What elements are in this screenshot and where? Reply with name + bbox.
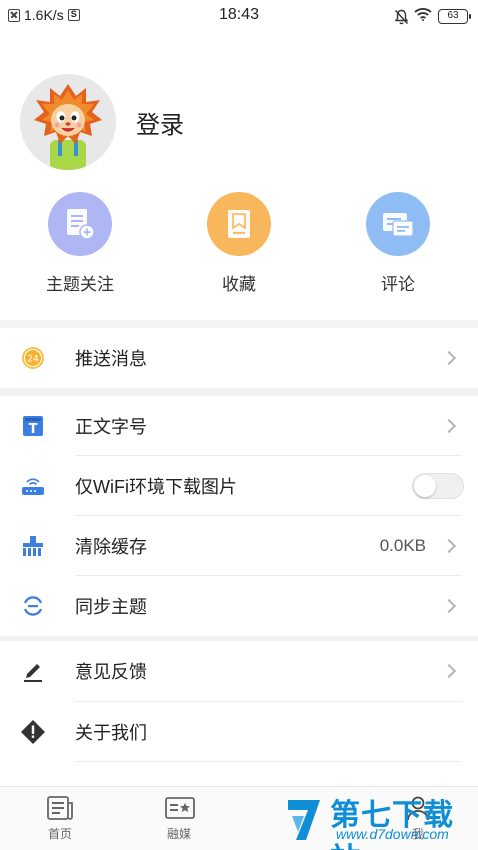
menu-clear-cache[interactable]: 清除缓存 0.0KB <box>0 516 478 576</box>
tab-home-label: 首页 <box>47 827 72 841</box>
login-link[interactable]: 登录 <box>136 105 184 140</box>
media-icon <box>165 795 195 821</box>
sync-icon <box>20 593 46 619</box>
d7-logo-icon <box>288 800 320 840</box>
menu-push-messages[interactable]: 24 推送消息 <box>0 328 478 388</box>
wifi-only-toggle[interactable] <box>412 473 464 499</box>
home-news-icon <box>46 795 74 821</box>
chevron-right-icon <box>441 538 457 554</box>
menu-font-size[interactable]: T 正文字号 <box>0 396 478 456</box>
about-us-label: 关于我们 <box>75 723 147 743</box>
pencil-icon <box>20 658 46 684</box>
wifi-only-images-label: 仅WiFi环境下载图片 <box>75 477 237 497</box>
push-messages-label: 推送消息 <box>75 349 147 369</box>
mute-bell-icon <box>394 9 409 24</box>
tab-media[interactable]: 融媒 <box>139 795 219 842</box>
profile-header[interactable]: 登录 <box>20 74 184 170</box>
font-size-label: 正文字号 <box>75 417 147 437</box>
feedback-label: 意见反馈 <box>75 662 147 682</box>
menu-about-us[interactable]: 关于我们 <box>0 702 478 762</box>
menu-feedback[interactable]: 意见反馈 <box>0 641 478 701</box>
tab-home[interactable]: 首页 <box>20 795 100 842</box>
chevron-right-icon <box>441 350 457 366</box>
lion-mascot-icon <box>20 74 116 170</box>
comment-icon <box>366 192 430 256</box>
bookmark-icon <box>207 192 271 256</box>
router-icon <box>20 473 46 499</box>
favorites-label: 收藏 <box>222 275 256 294</box>
sync-topics-label: 同步主题 <box>75 597 147 617</box>
menu-sync-topics[interactable]: 同步主题 <box>0 576 478 636</box>
svg-text:T: T <box>29 422 38 437</box>
menu-wifi-only-images: 仅WiFi环境下载图片 <box>0 456 478 516</box>
topic-follow-label: 主题关注 <box>46 275 114 294</box>
cache-size-value: 0.0KB <box>379 536 426 555</box>
chevron-right-icon <box>441 598 457 614</box>
broom-icon <box>20 533 46 559</box>
chevron-right-icon <box>441 663 457 679</box>
quick-actions: 主题关注 收藏 评论 <box>0 192 478 295</box>
watermark-url: www.d7down.com <box>336 826 449 842</box>
status-right: 63 <box>394 7 471 25</box>
toggle-knob <box>414 475 436 497</box>
tab-media-label: 融媒 <box>166 827 191 841</box>
favorites-button[interactable]: 收藏 <box>179 192 299 295</box>
comments-label: 评论 <box>381 275 415 294</box>
chevron-right-icon <box>441 418 457 434</box>
topic-follow-button[interactable]: 主题关注 <box>20 192 140 295</box>
battery-indicator: 63 <box>438 8 471 24</box>
section-divider <box>0 388 478 396</box>
wifi-icon <box>414 7 432 25</box>
watermark-logo: 第七下载站 www.d7down.com <box>278 786 478 850</box>
clear-cache-label: 清除缓存 <box>75 537 147 557</box>
comments-button[interactable]: 评论 <box>338 192 458 295</box>
svg-text:24: 24 <box>27 355 39 365</box>
row-divider <box>75 761 462 762</box>
section-divider <box>0 320 478 328</box>
info-diamond-icon <box>20 719 46 745</box>
status-bar: 1.6K/s S 18:43 63 <box>0 0 478 32</box>
push-badge-icon: 24 <box>20 345 46 371</box>
avatar[interactable] <box>20 74 116 170</box>
font-size-icon: T <box>20 413 46 439</box>
topic-follow-icon <box>48 192 112 256</box>
bottom-tab-bar: 首页 融媒 我 第七下载站 www.d7down.com <box>0 786 478 850</box>
